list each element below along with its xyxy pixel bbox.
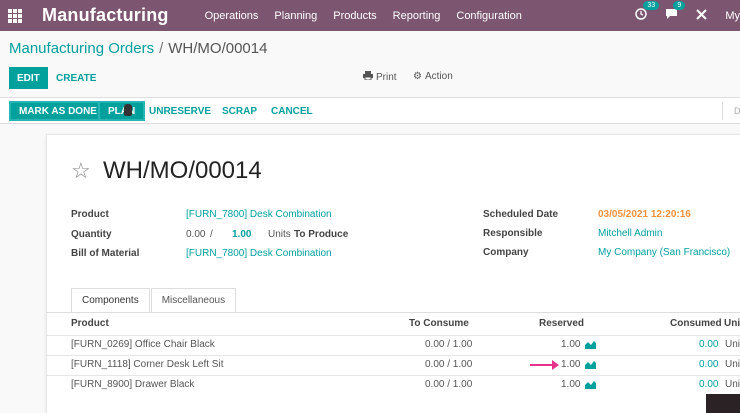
responsible-field[interactable]: Mitchell Admin [598,228,662,239]
forecast-chart-icon[interactable] [585,360,596,369]
row-product[interactable]: [FURN_8900] Drawer Black [71,379,194,390]
printer-icon [363,71,373,83]
unreserve-button[interactable]: UNRESERVE [149,101,211,121]
product-field[interactable]: [FURN_7800] Desk Combination [186,209,332,220]
breadcrumb-current: WH/MO/00014 [168,40,268,57]
plan-button[interactable]: PLAN [98,101,146,121]
activity-clock-icon[interactable]: 33 [635,1,660,23]
responsible-label: Responsible [483,228,543,239]
mark-as-done-button[interactable]: MARK AS DONE [9,101,107,121]
row-uom: Uni [725,379,740,390]
row-uom: Uni [725,359,740,370]
menu-item-planning[interactable]: Planning [274,10,317,22]
row-product[interactable]: [FURN_0269] Office Chair Black [71,339,215,350]
notebook-tabs: Components Miscellaneous [71,288,237,313]
company-field[interactable]: My Company (San Francisco) [598,247,730,258]
column-header-consumed[interactable]: Consumed [670,318,722,329]
mouse-pointer [124,104,132,116]
app-brand[interactable]: Manufacturing [42,5,169,26]
systray: 33 9 My [635,0,740,31]
row-consumed[interactable]: 0.00 [699,359,718,370]
video-overlay-corner [706,394,740,413]
menu-item-reporting[interactable]: Reporting [393,10,441,22]
scheduled-date-label: Scheduled Date [483,209,559,220]
status-stage[interactable]: D [734,106,740,116]
top-navbar: Manufacturing Operations Planning Produc… [0,0,740,31]
action-dropdown[interactable]: ⚙ Action [413,71,453,82]
uom-field[interactable]: Units [268,229,291,240]
create-button[interactable]: CREATE [56,67,96,89]
statusbar-divider [722,102,723,120]
form-statusbar: MARK AS DONE PLAN UNRESERVE SCRAP CANCEL… [0,97,740,124]
column-header-uom[interactable]: Uni [724,318,740,329]
forecast-chart-icon[interactable] [585,380,596,389]
column-header-product[interactable]: Product [71,318,109,329]
column-header-reserved[interactable]: Reserved [539,318,584,329]
product-label: Product [71,209,109,220]
scheduled-date-field[interactable]: 03/05/2021 12:20:16 [598,209,691,220]
tabs-divider [46,312,740,313]
favorite-star-icon[interactable]: ☆ [71,158,91,184]
edit-button[interactable]: EDIT [9,67,48,89]
scrap-button[interactable]: SCRAP [222,101,257,121]
row-consumed[interactable]: 0.00 [699,339,718,350]
messages-count-badge: 9 [673,1,686,10]
tab-miscellaneous[interactable]: Miscellaneous [150,288,237,313]
main-menu: Operations Planning Products Reporting C… [205,10,538,22]
print-dropdown[interactable]: Print [363,71,397,83]
messages-chat-icon[interactable]: 9 [665,1,686,23]
menu-item-products[interactable]: Products [333,10,376,22]
row-reserved: 1.00 [561,359,581,370]
row-to-consume: 0.00 / 1.00 [425,379,473,390]
print-label: Print [376,71,397,83]
gear-icon: ⚙ [413,71,422,82]
row-consumed[interactable]: 0.00 [699,379,718,390]
company-label: Company [483,247,529,258]
row-product[interactable]: [FURN_1118] Corner Desk Left Sit [71,359,223,370]
row-reserved: 1.00 [561,379,581,390]
row-to-consume: 0.00 / 1.00 [425,339,473,350]
tab-components[interactable]: Components [71,288,150,313]
row-reserved: 1.00 [561,339,581,350]
row-to-consume: 0.00 / 1.00 [425,359,473,370]
page-title: WH/MO/00014 [103,157,262,184]
quantity-separator: / [210,229,213,240]
quantity-label: Quantity [71,229,112,240]
quantity-produced: 0.00 [186,229,206,240]
bom-label: Bill of Material [71,248,140,259]
breadcrumb: Manufacturing Orders / WH/MO/00014 [9,40,267,57]
debug-tools-icon[interactable] [696,8,708,23]
row-uom: Uni [725,339,740,350]
breadcrumb-separator: / [159,40,164,57]
to-produce-label: To Produce [294,229,349,240]
bom-field[interactable]: [FURN_7800] Desk Combination [186,248,332,259]
activity-count-badge: 33 [643,1,660,10]
forecast-chart-icon[interactable] [585,340,596,349]
annotation-arrow-head [552,360,559,370]
menu-item-configuration[interactable]: Configuration [456,10,521,22]
apps-menu-icon[interactable] [8,8,22,23]
user-menu[interactable]: My [725,10,740,22]
menu-item-operations[interactable]: Operations [205,10,259,22]
column-header-to-consume[interactable]: To Consume [409,318,469,329]
breadcrumb-parent[interactable]: Manufacturing Orders [9,40,154,57]
cancel-button[interactable]: CANCEL [271,101,313,121]
action-label: Action [424,71,453,82]
quantity-planned-field[interactable]: 1.00 [232,229,251,240]
